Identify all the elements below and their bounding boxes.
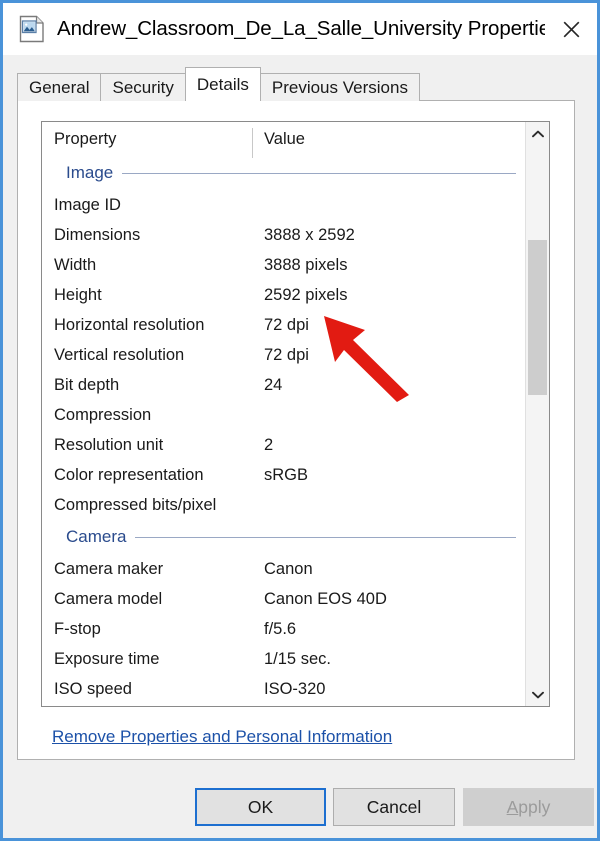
property-name: Horizontal resolution — [54, 310, 204, 340]
property-name: Bit depth — [54, 370, 119, 400]
table-row[interactable]: Compressed bits/pixel — [42, 490, 526, 520]
table-row[interactable]: Vertical resolution 72 dpi — [42, 340, 526, 370]
property-value: Canon — [264, 554, 313, 584]
section-rule — [66, 173, 516, 174]
property-name: Dimensions — [54, 220, 140, 250]
table-row[interactable]: Compression — [42, 400, 526, 430]
details-list-viewport: Property Value Image Image ID Dimensions… — [42, 122, 526, 706]
vertical-scrollbar[interactable] — [525, 122, 549, 706]
table-row[interactable]: Width 3888 pixels — [42, 250, 526, 280]
scroll-up-icon[interactable] — [526, 122, 549, 145]
property-value: 1/15 sec. — [264, 644, 331, 674]
property-value: 72 dpi — [264, 340, 309, 370]
details-list[interactable]: Property Value Image Image ID Dimensions… — [41, 121, 550, 707]
table-row[interactable]: F-stop f/5.6 — [42, 614, 526, 644]
property-value: 3888 x 2592 — [264, 220, 355, 250]
property-name: Exposure time — [54, 644, 159, 674]
dialog-button-bar: OK Cancel Apply — [3, 788, 600, 832]
property-name: ISO speed — [54, 674, 132, 704]
list-header-row: Property Value — [42, 122, 526, 156]
apply-label-mnemonic: A — [507, 797, 519, 818]
property-name: Height — [54, 280, 102, 310]
tab-details[interactable]: Details — [185, 67, 261, 101]
scrollbar-thumb[interactable] — [528, 240, 547, 395]
table-row[interactable]: Color representation sRGB — [42, 460, 526, 490]
close-icon[interactable] — [545, 3, 597, 55]
table-row[interactable]: Exposure time 1/15 sec. — [42, 644, 526, 674]
tab-previous-versions[interactable]: Previous Versions — [260, 73, 420, 101]
property-value: Canon EOS 40D — [264, 584, 387, 614]
table-row[interactable]: Resolution unit 2 — [42, 430, 526, 460]
ok-button[interactable]: OK — [195, 788, 326, 826]
property-value: 72 dpi — [264, 310, 309, 340]
properties-dialog: Andrew_Classroom_De_La_Salle_University … — [0, 0, 600, 841]
image-file-icon — [19, 15, 45, 43]
table-row[interactable]: Camera maker Canon — [42, 554, 526, 584]
section-label-camera: Camera — [66, 520, 135, 554]
apply-button[interactable]: Apply — [463, 788, 594, 826]
property-value: 2 — [264, 430, 273, 460]
property-value: f/5.6 — [264, 614, 296, 644]
property-name: Camera maker — [54, 554, 163, 584]
property-value: sRGB — [264, 460, 308, 490]
property-value: 3888 pixels — [264, 250, 347, 280]
table-row[interactable]: Height 2592 pixels — [42, 280, 526, 310]
tab-security[interactable]: Security — [100, 73, 185, 101]
details-tab-panel: Property Value Image Image ID Dimensions… — [17, 100, 575, 760]
property-name: Camera model — [54, 584, 162, 614]
section-header-image: Image — [42, 156, 526, 190]
property-name: F-stop — [54, 614, 101, 644]
property-value: 24 — [264, 370, 282, 400]
property-name: Image ID — [54, 190, 121, 220]
property-value: 2592 pixels — [264, 280, 347, 310]
table-row[interactable]: Horizontal resolution 72 dpi — [42, 310, 526, 340]
property-name: Resolution unit — [54, 430, 163, 460]
table-row[interactable]: Camera model Canon EOS 40D — [42, 584, 526, 614]
tab-strip: General Security Details Previous Versio… — [17, 67, 419, 101]
property-name: Compressed bits/pixel — [54, 490, 216, 520]
title-bar: Andrew_Classroom_De_La_Salle_University … — [3, 3, 597, 55]
section-header-camera: Camera — [42, 520, 526, 554]
property-name: Color representation — [54, 460, 204, 490]
column-header-property: Property — [54, 122, 116, 156]
column-header-value: Value — [264, 122, 305, 156]
table-row[interactable]: Dimensions 3888 x 2592 — [42, 220, 526, 250]
table-row[interactable]: Image ID — [42, 190, 526, 220]
apply-label-rest: pply — [518, 797, 550, 818]
remove-properties-link[interactable]: Remove Properties and Personal Informati… — [52, 727, 392, 747]
cancel-button[interactable]: Cancel — [333, 788, 455, 826]
window-title: Andrew_Classroom_De_La_Salle_University … — [57, 17, 545, 41]
property-name: Vertical resolution — [54, 340, 184, 370]
section-label-image: Image — [66, 156, 122, 190]
property-name: Compression — [54, 400, 151, 430]
property-name: Width — [54, 250, 96, 280]
property-value: ISO-320 — [264, 674, 325, 704]
tab-general[interactable]: General — [17, 73, 101, 101]
table-row[interactable]: Bit depth 24 — [42, 370, 526, 400]
table-row[interactable]: ISO speed ISO-320 — [42, 674, 526, 704]
scroll-down-icon[interactable] — [526, 683, 549, 706]
